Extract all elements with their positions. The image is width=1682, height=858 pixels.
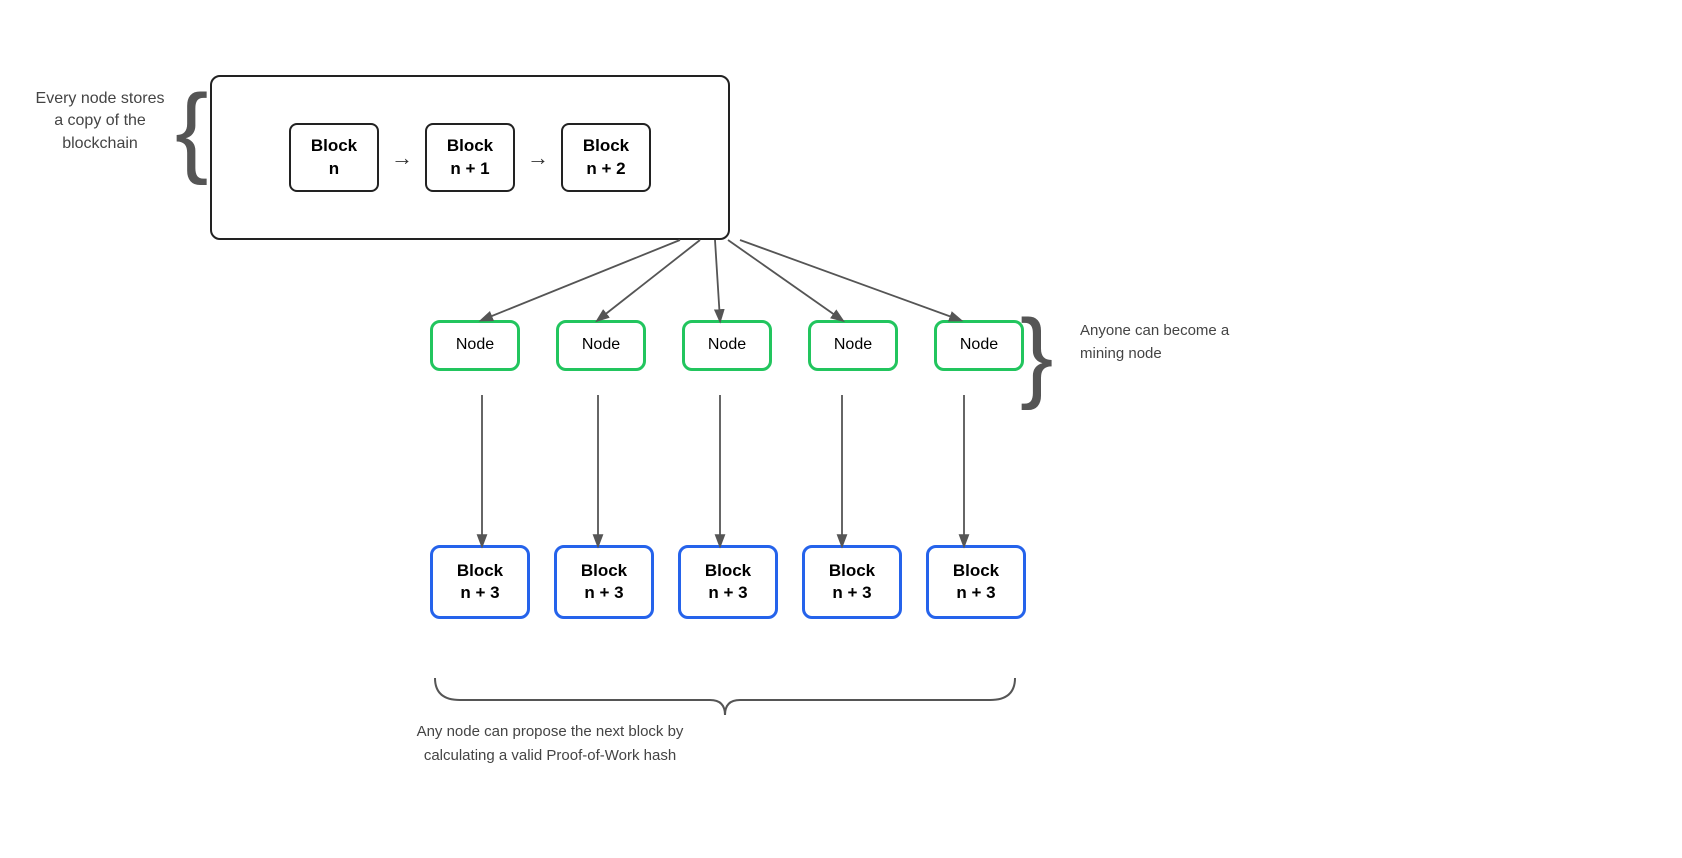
right-brace-nodes: }	[1020, 305, 1053, 405]
block-n: Block n	[289, 123, 379, 191]
blockchain-box: Block n → Block n + 1 → Block n + 2	[210, 75, 730, 240]
block-n3-1: Blockn + 3	[430, 545, 530, 619]
blockchain-label: Every node stores a copy of the blockcha…	[30, 88, 170, 155]
node-4: Node	[808, 320, 898, 371]
mining-label: Anyone can become a mining node	[1080, 320, 1240, 365]
blocks-n3-row: Blockn + 3 Blockn + 3 Blockn + 3 Blockn …	[430, 545, 1026, 619]
block-n3-5: Blockn + 3	[926, 545, 1026, 619]
node-3: Node	[682, 320, 772, 371]
arrow-2: →	[527, 145, 549, 171]
node-2: Node	[556, 320, 646, 371]
block-n3-4: Blockn + 3	[802, 545, 902, 619]
left-brace: {	[175, 80, 208, 180]
block-n3-3: Blockn + 3	[678, 545, 778, 619]
block-n2: Block n + 2	[561, 123, 651, 191]
block-n3-2: Blockn + 3	[554, 545, 654, 619]
nodes-row: Node Node Node Node Node	[430, 320, 1024, 371]
diagram-container: Every node stores a copy of the blockcha…	[0, 0, 1682, 858]
node-1: Node	[430, 320, 520, 371]
block-n1: Block n + 1	[425, 123, 515, 191]
arrow-1: →	[391, 145, 413, 171]
node-5: Node	[934, 320, 1024, 371]
bottom-label: Any node can propose the next block byca…	[300, 720, 800, 768]
